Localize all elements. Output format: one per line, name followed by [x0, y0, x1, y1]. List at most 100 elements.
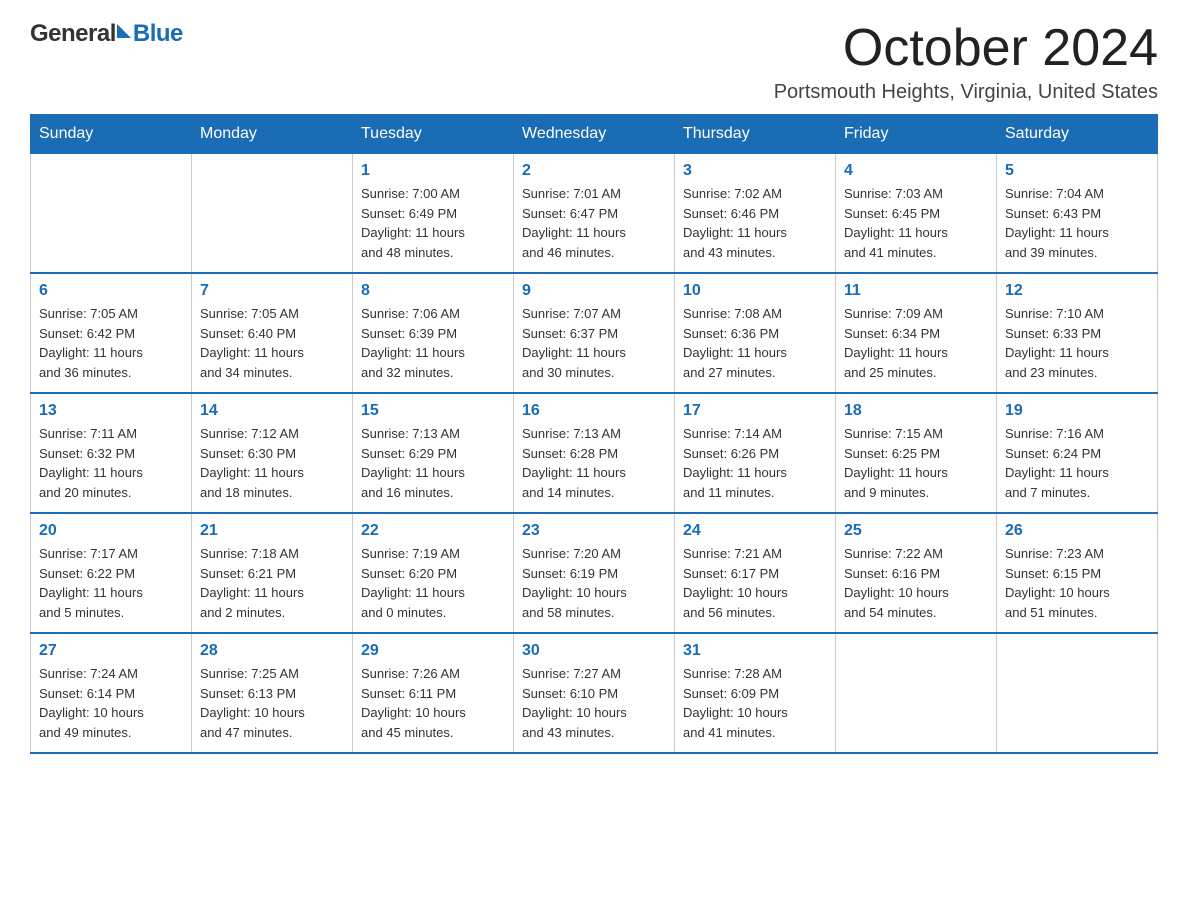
day-info: Sunrise: 7:21 AMSunset: 6:17 PMDaylight:… — [683, 546, 788, 620]
day-info: Sunrise: 7:13 AMSunset: 6:29 PMDaylight:… — [361, 426, 465, 500]
calendar-day-cell: 5Sunrise: 7:04 AMSunset: 6:43 PMDaylight… — [997, 154, 1158, 274]
day-number: 25 — [844, 522, 988, 540]
day-info: Sunrise: 7:24 AMSunset: 6:14 PMDaylight:… — [39, 666, 144, 740]
logo-chevron-icon — [117, 24, 131, 38]
title-section: October 2024 Portsmouth Heights, Virgini… — [774, 20, 1158, 104]
calendar-day-cell: 18 Sunrise: 7:15 AMSunset: 6:25 PMDayligh… — [836, 393, 997, 513]
day-info: Sunrise: 7:09 AMSunset: 6:34 PMDaylight:… — [844, 306, 948, 380]
calendar-day-cell: 23 Sunrise: 7:20 AMSunset: 6:19 PMDayligh… — [514, 513, 675, 633]
day-info: Sunrise: 7:16 AMSunset: 6:24 PMDaylight:… — [1005, 426, 1109, 500]
calendar-week-row: 27Sunrise: 7:24 AMSunset: 6:14 PMDayligh… — [31, 633, 1158, 753]
calendar-week-row: 6 Sunrise: 7:05 AMSunset: 6:42 PMDaylight… — [31, 273, 1158, 393]
day-info: Sunrise: 7:05 AMSunset: 6:40 PMDaylight:… — [200, 306, 304, 380]
day-number: 14 — [200, 402, 344, 420]
calendar-day-cell — [836, 633, 997, 753]
calendar-day-cell: 9 Sunrise: 7:07 AMSunset: 6:37 PMDaylight… — [514, 273, 675, 393]
day-info: Sunrise: 7:19 AMSunset: 6:20 PMDaylight:… — [361, 546, 465, 620]
calendar-day-cell: 29 Sunrise: 7:26 AMSunset: 6:11 PMDayligh… — [353, 633, 514, 753]
day-info: Sunrise: 7:03 AMSunset: 6:45 PMDaylight:… — [844, 186, 948, 260]
logo-general-text: General — [30, 20, 116, 48]
day-number: 9 — [522, 282, 666, 300]
day-info: Sunrise: 7:14 AMSunset: 6:26 PMDaylight:… — [683, 426, 787, 500]
calendar-day-cell: 21Sunrise: 7:18 AMSunset: 6:21 PMDayligh… — [192, 513, 353, 633]
day-info: Sunrise: 7:23 AMSunset: 6:15 PMDaylight:… — [1005, 546, 1110, 620]
calendar-day-cell: 19Sunrise: 7:16 AMSunset: 6:24 PMDayligh… — [997, 393, 1158, 513]
day-info: Sunrise: 7:20 AMSunset: 6:19 PMDaylight:… — [522, 546, 627, 620]
calendar-day-cell: 27Sunrise: 7:24 AMSunset: 6:14 PMDayligh… — [31, 633, 192, 753]
calendar-day-cell: 6 Sunrise: 7:05 AMSunset: 6:42 PMDaylight… — [31, 273, 192, 393]
day-of-week-header: Wednesday — [514, 115, 675, 154]
calendar-day-cell: 22Sunrise: 7:19 AMSunset: 6:20 PMDayligh… — [353, 513, 514, 633]
day-number: 18 — [844, 402, 988, 420]
calendar-day-cell: 24 Sunrise: 7:21 AMSunset: 6:17 PMDayligh… — [675, 513, 836, 633]
calendar-day-cell: 11 Sunrise: 7:09 AMSunset: 6:34 PMDayligh… — [836, 273, 997, 393]
day-info: Sunrise: 7:02 AMSunset: 6:46 PMDaylight:… — [683, 186, 787, 260]
day-info: Sunrise: 7:01 AMSunset: 6:47 PMDaylight:… — [522, 186, 626, 260]
day-info: Sunrise: 7:13 AMSunset: 6:28 PMDaylight:… — [522, 426, 626, 500]
day-number: 12 — [1005, 282, 1149, 300]
calendar-table: SundayMondayTuesdayWednesdayThursdayFrid… — [30, 114, 1158, 754]
logo-blue-text: Blue — [133, 20, 183, 48]
calendar-day-cell: 20Sunrise: 7:17 AMSunset: 6:22 PMDayligh… — [31, 513, 192, 633]
calendar-day-cell: 28 Sunrise: 7:25 AMSunset: 6:13 PMDayligh… — [192, 633, 353, 753]
day-info: Sunrise: 7:15 AMSunset: 6:25 PMDaylight:… — [844, 426, 948, 500]
logo: General Blue — [30, 20, 183, 48]
day-info: Sunrise: 7:11 AMSunset: 6:32 PMDaylight:… — [39, 426, 143, 500]
calendar-day-cell: 1 Sunrise: 7:00 AMSunset: 6:49 PMDaylight… — [353, 154, 514, 274]
day-number: 30 — [522, 642, 666, 660]
day-number: 1 — [361, 162, 505, 180]
calendar-day-cell: 13 Sunrise: 7:11 AMSunset: 6:32 PMDayligh… — [31, 393, 192, 513]
day-number: 28 — [200, 642, 344, 660]
calendar-day-cell: 3Sunrise: 7:02 AMSunset: 6:46 PMDaylight… — [675, 154, 836, 274]
day-number: 29 — [361, 642, 505, 660]
calendar-week-row: 20Sunrise: 7:17 AMSunset: 6:22 PMDayligh… — [31, 513, 1158, 633]
calendar-day-cell: 7 Sunrise: 7:05 AMSunset: 6:40 PMDaylight… — [192, 273, 353, 393]
day-number: 15 — [361, 402, 505, 420]
calendar-day-cell: 31 Sunrise: 7:28 AMSunset: 6:09 PMDayligh… — [675, 633, 836, 753]
day-number: 24 — [683, 522, 827, 540]
day-info: Sunrise: 7:05 AMSunset: 6:42 PMDaylight:… — [39, 306, 143, 380]
day-info: Sunrise: 7:22 AMSunset: 6:16 PMDaylight:… — [844, 546, 949, 620]
day-number: 11 — [844, 282, 988, 300]
day-info: Sunrise: 7:10 AMSunset: 6:33 PMDaylight:… — [1005, 306, 1109, 380]
day-number: 16 — [522, 402, 666, 420]
day-number: 10 — [683, 282, 827, 300]
day-info: Sunrise: 7:06 AMSunset: 6:39 PMDaylight:… — [361, 306, 465, 380]
calendar-day-cell — [192, 154, 353, 274]
day-number: 20 — [39, 522, 183, 540]
day-of-week-header: Thursday — [675, 115, 836, 154]
day-of-week-header: Tuesday — [353, 115, 514, 154]
day-number: 13 — [39, 402, 183, 420]
day-number: 31 — [683, 642, 827, 660]
calendar-day-cell: 17Sunrise: 7:14 AMSunset: 6:26 PMDayligh… — [675, 393, 836, 513]
month-title: October 2024 — [774, 20, 1158, 77]
location-title: Portsmouth Heights, Virginia, United Sta… — [774, 81, 1158, 104]
day-info: Sunrise: 7:07 AMSunset: 6:37 PMDaylight:… — [522, 306, 626, 380]
day-number: 7 — [200, 282, 344, 300]
day-number: 23 — [522, 522, 666, 540]
day-of-week-header: Friday — [836, 115, 997, 154]
calendar-day-cell: 14Sunrise: 7:12 AMSunset: 6:30 PMDayligh… — [192, 393, 353, 513]
calendar-day-cell: 30 Sunrise: 7:27 AMSunset: 6:10 PMDayligh… — [514, 633, 675, 753]
calendar-day-cell: 10 Sunrise: 7:08 AMSunset: 6:36 PMDayligh… — [675, 273, 836, 393]
calendar-day-cell: 15 Sunrise: 7:13 AMSunset: 6:29 PMDayligh… — [353, 393, 514, 513]
day-number: 6 — [39, 282, 183, 300]
calendar-day-cell: 12 Sunrise: 7:10 AMSunset: 6:33 PMDayligh… — [997, 273, 1158, 393]
day-info: Sunrise: 7:26 AMSunset: 6:11 PMDaylight:… — [361, 666, 466, 740]
day-of-week-header: Sunday — [31, 115, 192, 154]
day-of-week-header: Saturday — [997, 115, 1158, 154]
day-info: Sunrise: 7:28 AMSunset: 6:09 PMDaylight:… — [683, 666, 788, 740]
day-info: Sunrise: 7:25 AMSunset: 6:13 PMDaylight:… — [200, 666, 305, 740]
day-number: 4 — [844, 162, 988, 180]
calendar-day-cell — [997, 633, 1158, 753]
calendar-day-cell: 25 Sunrise: 7:22 AMSunset: 6:16 PMDayligh… — [836, 513, 997, 633]
calendar-week-row: 13 Sunrise: 7:11 AMSunset: 6:32 PMDayligh… — [31, 393, 1158, 513]
page-header: General Blue October 2024 Portsmouth Hei… — [30, 20, 1158, 104]
calendar-day-cell — [31, 154, 192, 274]
day-info: Sunrise: 7:00 AMSunset: 6:49 PMDaylight:… — [361, 186, 465, 260]
day-number: 5 — [1005, 162, 1149, 180]
calendar-day-cell: 8Sunrise: 7:06 AMSunset: 6:39 PMDaylight… — [353, 273, 514, 393]
day-number: 26 — [1005, 522, 1149, 540]
day-info: Sunrise: 7:08 AMSunset: 6:36 PMDaylight:… — [683, 306, 787, 380]
day-info: Sunrise: 7:27 AMSunset: 6:10 PMDaylight:… — [522, 666, 627, 740]
